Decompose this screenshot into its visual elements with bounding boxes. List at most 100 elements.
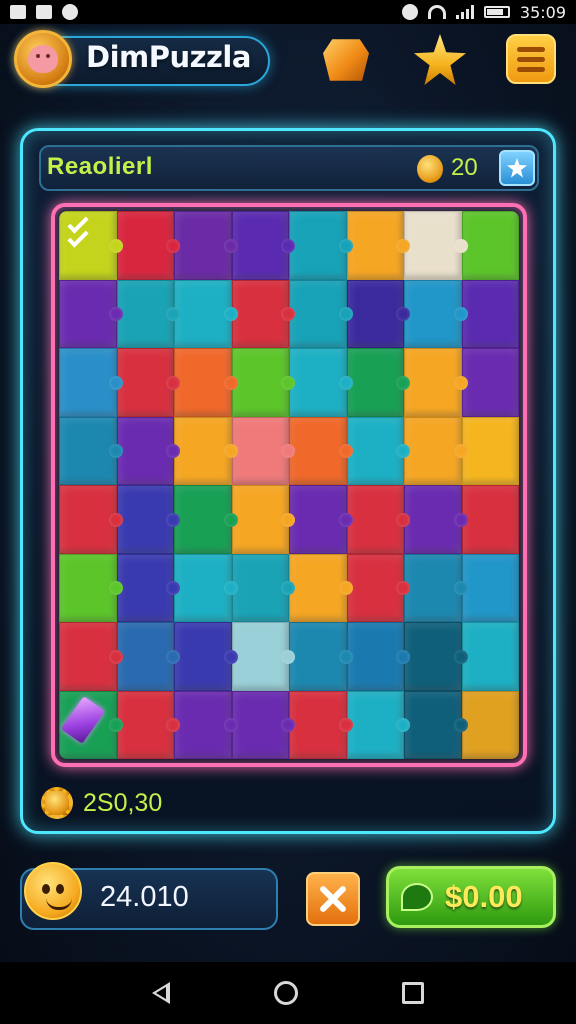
puzzle-piece[interactable] [404, 485, 467, 554]
puzzle-piece[interactable] [461, 416, 519, 485]
puzzle-piece[interactable] [59, 690, 122, 759]
puzzle-piece[interactable] [231, 416, 295, 485]
puzzle-piece[interactable] [289, 622, 352, 691]
puzzle-piece[interactable] [59, 211, 122, 280]
puzzle-piece[interactable] [461, 622, 519, 691]
gem-shop-button[interactable] [320, 34, 372, 86]
puzzle-piece[interactable] [461, 211, 519, 280]
price-tag-icon [401, 883, 433, 911]
header: DimPuzzla [0, 26, 576, 98]
puzzle-piece[interactable] [289, 416, 352, 485]
puzzle-piece[interactable] [59, 348, 122, 417]
puzzle-piece[interactable] [289, 485, 352, 554]
puzzle-piece[interactable] [116, 211, 180, 280]
puzzle-piece[interactable] [174, 348, 237, 417]
recents-icon[interactable] [402, 982, 424, 1004]
puzzle-piece[interactable] [174, 553, 237, 622]
puzzle-piece[interactable] [461, 348, 519, 417]
puzzle-piece[interactable] [461, 279, 519, 348]
puzzle-piece[interactable] [116, 485, 180, 554]
level-bar: Reaolierl 20 [39, 145, 539, 191]
puzzle-piece[interactable] [289, 553, 352, 622]
puzzle-piece[interactable] [404, 553, 467, 622]
puzzle-piece[interactable] [59, 485, 122, 554]
puzzle-piece[interactable] [116, 690, 180, 759]
puzzle-board-frame [51, 203, 527, 767]
puzzle-piece[interactable] [231, 348, 295, 417]
puzzle-piece[interactable] [404, 348, 467, 417]
star-badge-icon[interactable] [499, 150, 535, 186]
close-button[interactable] [306, 872, 360, 926]
n-icon [36, 5, 52, 19]
smiley-badge-icon[interactable] [14, 30, 72, 88]
level-name: Reaolierl [47, 153, 153, 180]
puzzle-piece[interactable] [346, 211, 410, 280]
puzzle-piece[interactable] [116, 416, 180, 485]
puzzle-piece[interactable] [174, 211, 237, 280]
puzzle-piece[interactable] [174, 279, 237, 348]
circle-icon [62, 4, 78, 20]
puzzle-piece[interactable] [231, 690, 295, 759]
puzzle-piece[interactable] [116, 622, 180, 691]
puzzle-piece[interactable] [346, 622, 410, 691]
buy-button[interactable]: $0.00 [386, 866, 556, 928]
puzzle-piece[interactable] [461, 485, 519, 554]
star-icon [414, 34, 466, 85]
favorites-button[interactable] [414, 34, 466, 86]
puzzle-piece[interactable] [59, 553, 122, 622]
puzzle-piece[interactable] [174, 622, 237, 691]
balance-value: 24.010 [100, 881, 189, 913]
puzzle-piece[interactable] [346, 348, 410, 417]
puzzle-piece[interactable] [59, 416, 122, 485]
puzzle-piece[interactable] [404, 690, 467, 759]
close-icon [318, 884, 348, 914]
star-mascot-icon [20, 858, 86, 930]
puzzle-piece[interactable] [174, 485, 237, 554]
puzzle-piece[interactable] [289, 690, 352, 759]
puzzle-piece[interactable] [231, 211, 295, 280]
puzzle-piece[interactable] [231, 622, 295, 691]
gem-icon [323, 39, 369, 81]
gear-coin-icon [41, 787, 73, 819]
puzzle-piece[interactable] [231, 485, 295, 554]
image-icon [10, 5, 26, 19]
puzzle-piece[interactable] [116, 553, 180, 622]
puzzle-piece[interactable] [346, 279, 410, 348]
puzzle-piece[interactable] [461, 690, 519, 759]
hamburger-menu-icon [517, 46, 545, 52]
battery-icon [483, 6, 510, 18]
puzzle-piece[interactable] [174, 690, 237, 759]
puzzle-piece[interactable] [231, 279, 295, 348]
puzzle-piece[interactable] [404, 211, 467, 280]
home-icon[interactable] [274, 981, 298, 1005]
check-icon [67, 212, 102, 264]
puzzle-piece[interactable] [231, 553, 295, 622]
puzzle-piece[interactable] [116, 279, 180, 348]
puzzle-piece[interactable] [404, 279, 467, 348]
wifi-icon [427, 5, 446, 19]
puzzle-piece[interactable] [59, 622, 122, 691]
menu-button[interactable] [506, 34, 556, 84]
vibrate-icon [401, 4, 418, 20]
puzzle-board[interactable] [59, 211, 519, 759]
puzzle-piece[interactable] [461, 553, 519, 622]
puzzle-piece[interactable] [404, 416, 467, 485]
crystal-icon [60, 695, 106, 744]
status-bar-right: 35:09 [401, 3, 566, 22]
score-value: 2S0,30 [83, 788, 163, 817]
puzzle-piece[interactable] [346, 416, 410, 485]
status-bar: 35:09 [0, 0, 576, 24]
puzzle-piece[interactable] [346, 553, 410, 622]
puzzle-piece[interactable] [174, 416, 237, 485]
puzzle-panel: Reaolierl 20 2S0,30 [20, 128, 556, 834]
puzzle-piece[interactable] [346, 485, 410, 554]
puzzle-piece[interactable] [289, 348, 352, 417]
puzzle-piece[interactable] [289, 279, 352, 348]
puzzle-piece[interactable] [346, 690, 410, 759]
navigation-bar [0, 962, 576, 1024]
puzzle-piece[interactable] [59, 279, 122, 348]
puzzle-piece[interactable] [404, 622, 467, 691]
puzzle-piece[interactable] [116, 348, 180, 417]
puzzle-piece[interactable] [289, 211, 352, 280]
back-icon[interactable] [152, 982, 170, 1004]
